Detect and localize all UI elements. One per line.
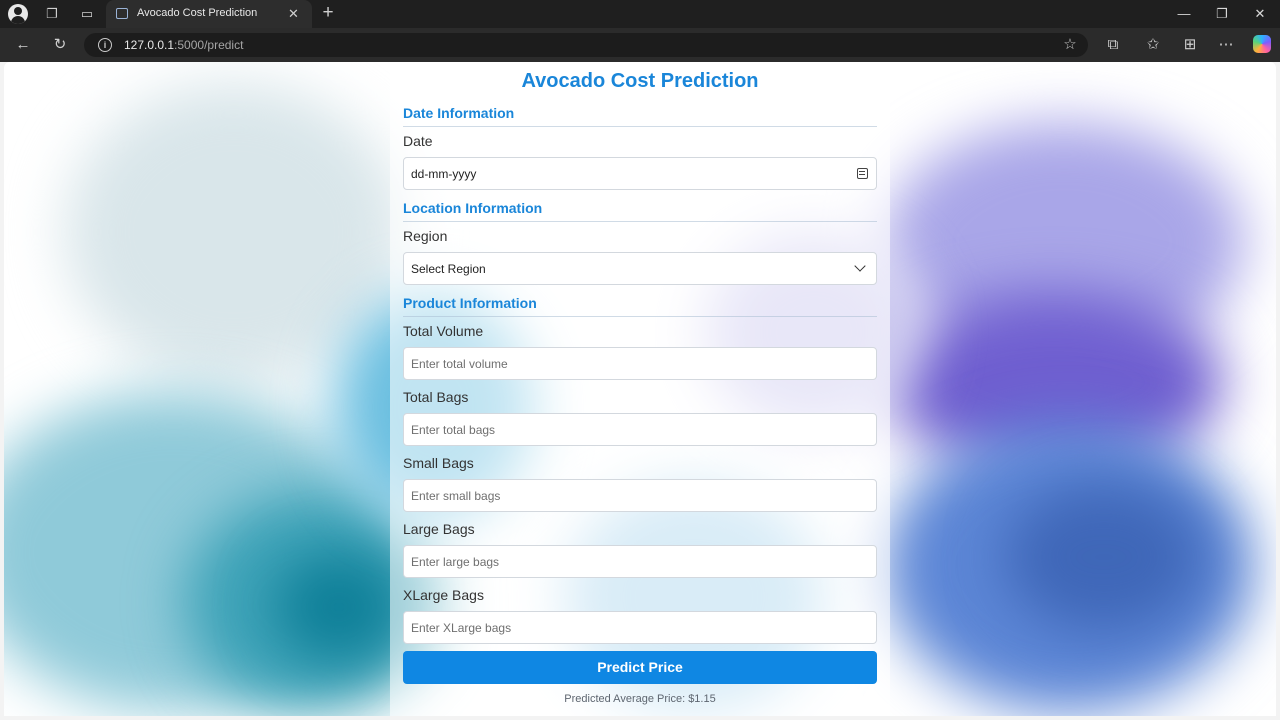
date-placeholder: dd-mm-yyyy	[411, 167, 477, 181]
section-product-information: Product Information	[403, 295, 877, 317]
region-label: Region	[403, 228, 448, 244]
site-info-icon[interactable]: i	[98, 38, 112, 52]
tab-close-icon[interactable]: ✕	[288, 5, 299, 23]
address-bar[interactable]: i 127.0.0.1:5000/predict ☆	[84, 33, 1088, 57]
section-date-information: Date Information	[403, 105, 877, 127]
total-volume-placeholder: Enter total volume	[411, 357, 508, 371]
refresh-icon[interactable]: ↻	[50, 35, 70, 55]
prediction-form: Avocado Cost Prediction Date Information…	[390, 62, 890, 716]
total-bags-placeholder: Enter total bags	[411, 423, 496, 437]
favorite-star-icon[interactable]: ☆	[1060, 35, 1080, 55]
xlarge-bags-label: XLarge Bags	[403, 587, 484, 603]
tab-actions-icon[interactable]: ▭	[77, 4, 97, 24]
tab-title: Avocado Cost Prediction	[137, 7, 258, 19]
browser-tab-strip: ❐ ▭ Avocado Cost Prediction ✕ + — ❐ ✕	[0, 0, 1280, 28]
minimize-icon[interactable]: —	[1174, 4, 1194, 24]
collections-icon[interactable]: ⊞	[1180, 35, 1200, 55]
url-path: :5000/predict	[174, 38, 244, 52]
xlarge-bags-placeholder: Enter XLarge bags	[411, 621, 512, 635]
small-bags-input[interactable]: Enter small bags	[403, 479, 877, 512]
region-selected-value: Select Region	[411, 262, 486, 276]
date-input[interactable]: dd-mm-yyyy	[403, 157, 877, 190]
section-location-information: Location Information	[403, 200, 877, 222]
date-label: Date	[403, 133, 433, 149]
page-favicon	[116, 8, 128, 19]
region-select[interactable]: Select Region	[403, 252, 877, 285]
calendar-icon[interactable]	[857, 168, 868, 179]
browser-toolbar: ← ↻ i 127.0.0.1:5000/predict ☆ ⧉ ✩ ⊞ ⋯	[0, 28, 1280, 62]
new-tab-icon[interactable]: +	[318, 3, 338, 23]
small-bags-placeholder: Enter small bags	[411, 489, 501, 503]
large-bags-input[interactable]: Enter large bags	[403, 545, 877, 578]
chevron-down-icon	[854, 260, 866, 272]
large-bags-label: Large Bags	[403, 521, 475, 537]
favorites-icon[interactable]: ✩	[1143, 35, 1163, 55]
workspaces-icon[interactable]: ❐	[42, 4, 62, 24]
total-volume-label: Total Volume	[403, 323, 484, 339]
xlarge-bags-input[interactable]: Enter XLarge bags	[403, 611, 877, 644]
profile-icon[interactable]	[8, 4, 28, 24]
page-title: Avocado Cost Prediction	[521, 70, 759, 92]
url-text: 127.0.0.1:5000/predict	[124, 38, 243, 52]
prediction-result: Predicted Average Price: $1.15	[564, 693, 716, 705]
url-host: 127.0.0.1	[124, 38, 175, 52]
total-bags-label: Total Bags	[403, 389, 469, 405]
restore-icon[interactable]: ❐	[1212, 4, 1232, 24]
total-volume-input[interactable]: Enter total volume	[403, 347, 877, 380]
small-bags-label: Small Bags	[403, 455, 474, 471]
page-viewport: Avocado Cost Prediction Date Information…	[4, 62, 1276, 716]
window-close-icon[interactable]: ✕	[1250, 4, 1270, 24]
copilot-icon[interactable]	[1253, 35, 1271, 53]
total-bags-input[interactable]: Enter total bags	[403, 413, 877, 446]
predict-price-button[interactable]: Predict Price	[403, 651, 877, 684]
back-icon[interactable]: ←	[13, 35, 33, 55]
browser-tab[interactable]: Avocado Cost Prediction ✕	[106, 0, 312, 28]
more-icon[interactable]: ⋯	[1216, 35, 1236, 55]
large-bags-placeholder: Enter large bags	[411, 555, 500, 569]
extensions-icon[interactable]: ⧉	[1103, 35, 1123, 55]
